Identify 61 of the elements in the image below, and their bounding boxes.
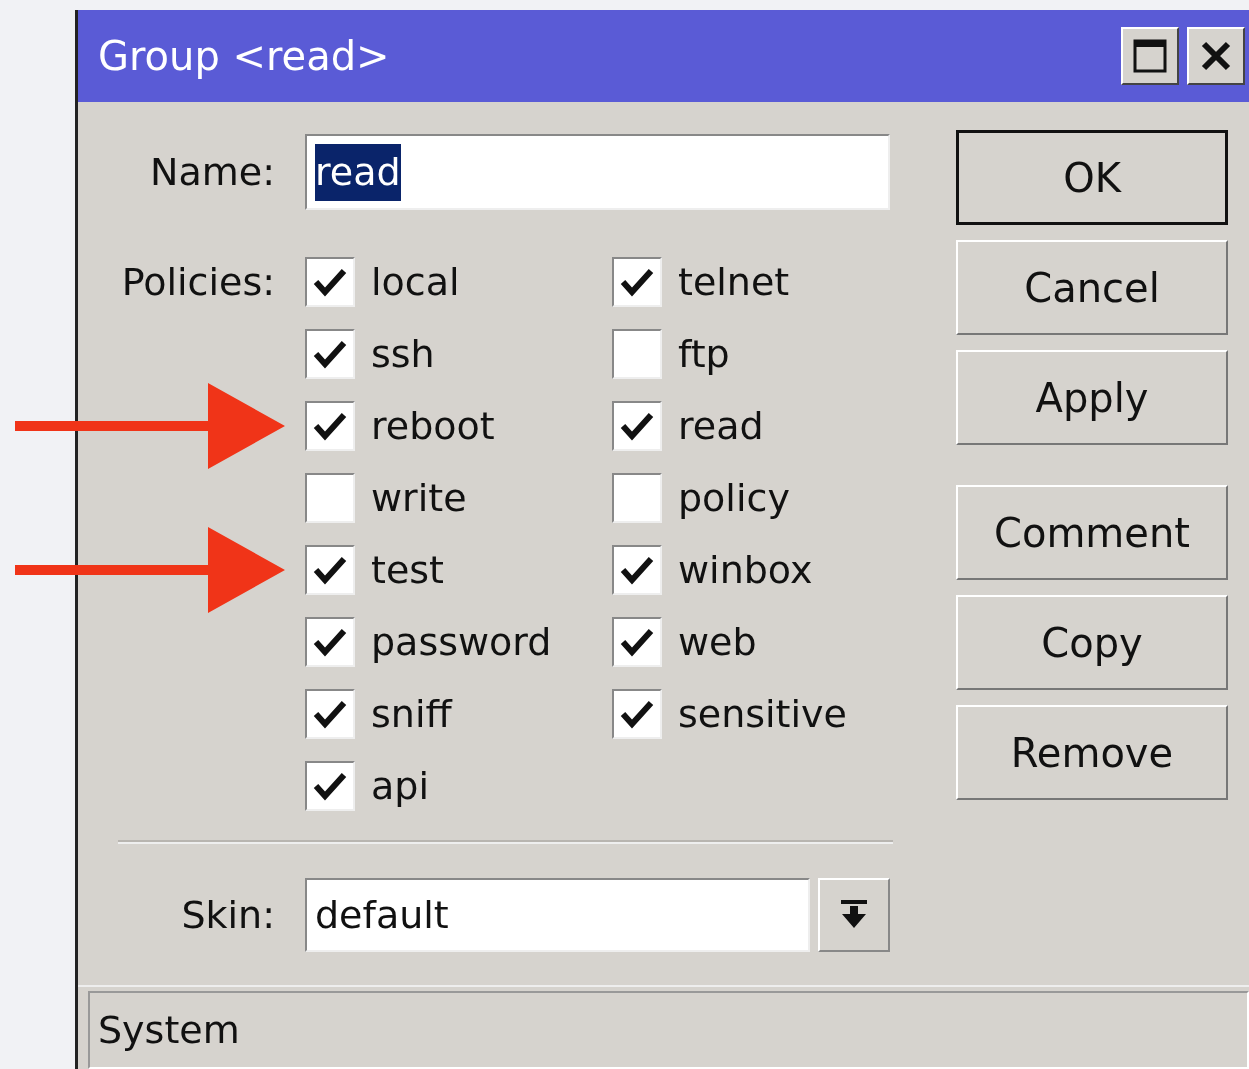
checkmark-icon: [313, 627, 347, 657]
checkmark-icon: [620, 411, 654, 441]
cancel-button[interactable]: Cancel: [956, 240, 1228, 335]
checkbox-label: api: [371, 762, 429, 810]
ok-button[interactable]: OK: [956, 130, 1228, 225]
checkbox-label: winbox: [678, 546, 813, 594]
checkbox[interactable]: [612, 329, 662, 379]
checkbox-label: telnet: [678, 258, 790, 306]
checkbox[interactable]: [305, 257, 355, 307]
maximize-icon: [1132, 38, 1168, 74]
checkbox[interactable]: [612, 689, 662, 739]
checkbox-label: sniff: [371, 690, 452, 738]
checkbox[interactable]: [305, 617, 355, 667]
checkbox[interactable]: [305, 329, 355, 379]
checkmark-icon: [313, 267, 347, 297]
checkbox-label: web: [678, 618, 757, 666]
dropdown-arrow-icon: [841, 900, 868, 930]
remove-button[interactable]: Remove: [956, 705, 1228, 800]
checkbox[interactable]: [612, 401, 662, 451]
checkbox[interactable]: [612, 473, 662, 523]
checkmark-icon: [620, 699, 654, 729]
checkbox[interactable]: [612, 257, 662, 307]
checkbox-label: ssh: [371, 330, 435, 378]
status-bar: System: [88, 991, 1249, 1069]
checkbox-label: policy: [678, 474, 790, 522]
maximize-button[interactable]: [1121, 27, 1179, 85]
skin-label: Skin:: [180, 891, 275, 939]
checkbox[interactable]: [305, 689, 355, 739]
checkbox-label: write: [371, 474, 467, 522]
checkbox[interactable]: [305, 473, 355, 523]
checkbox-label: test: [371, 546, 444, 594]
skin-dropdown-field[interactable]: default: [305, 878, 811, 952]
apply-button[interactable]: Apply: [956, 350, 1228, 445]
checkbox[interactable]: [305, 545, 355, 595]
copy-button[interactable]: Copy: [956, 595, 1228, 690]
checkbox-label: local: [371, 258, 460, 306]
checkbox[interactable]: [612, 545, 662, 595]
close-button[interactable]: [1187, 27, 1245, 85]
checkmark-icon: [620, 555, 654, 585]
checkbox-label: sensitive: [678, 690, 847, 738]
checkmark-icon: [313, 339, 347, 369]
checkmark-icon: [313, 771, 347, 801]
comment-button[interactable]: Comment: [956, 485, 1228, 580]
checkmark-icon: [620, 627, 654, 657]
checkbox-label: read: [678, 402, 764, 450]
close-icon: [1200, 40, 1232, 72]
policies-label: Policies:: [120, 259, 275, 306]
checkbox[interactable]: [305, 401, 355, 451]
name-field[interactable]: read: [305, 134, 890, 210]
checkmark-icon: [313, 555, 347, 585]
checkbox[interactable]: [305, 761, 355, 811]
checkbox[interactable]: [612, 617, 662, 667]
window-title: Group <read>: [98, 32, 391, 81]
checkbox-label: reboot: [371, 402, 495, 450]
checkmark-icon: [313, 699, 347, 729]
checkmark-icon: [313, 411, 347, 441]
checkbox-label: password: [371, 618, 552, 666]
checkbox-label: ftp: [678, 330, 730, 378]
dropdown-button[interactable]: [818, 878, 890, 952]
checkmark-icon: [620, 267, 654, 297]
name-label: Name:: [149, 148, 275, 196]
